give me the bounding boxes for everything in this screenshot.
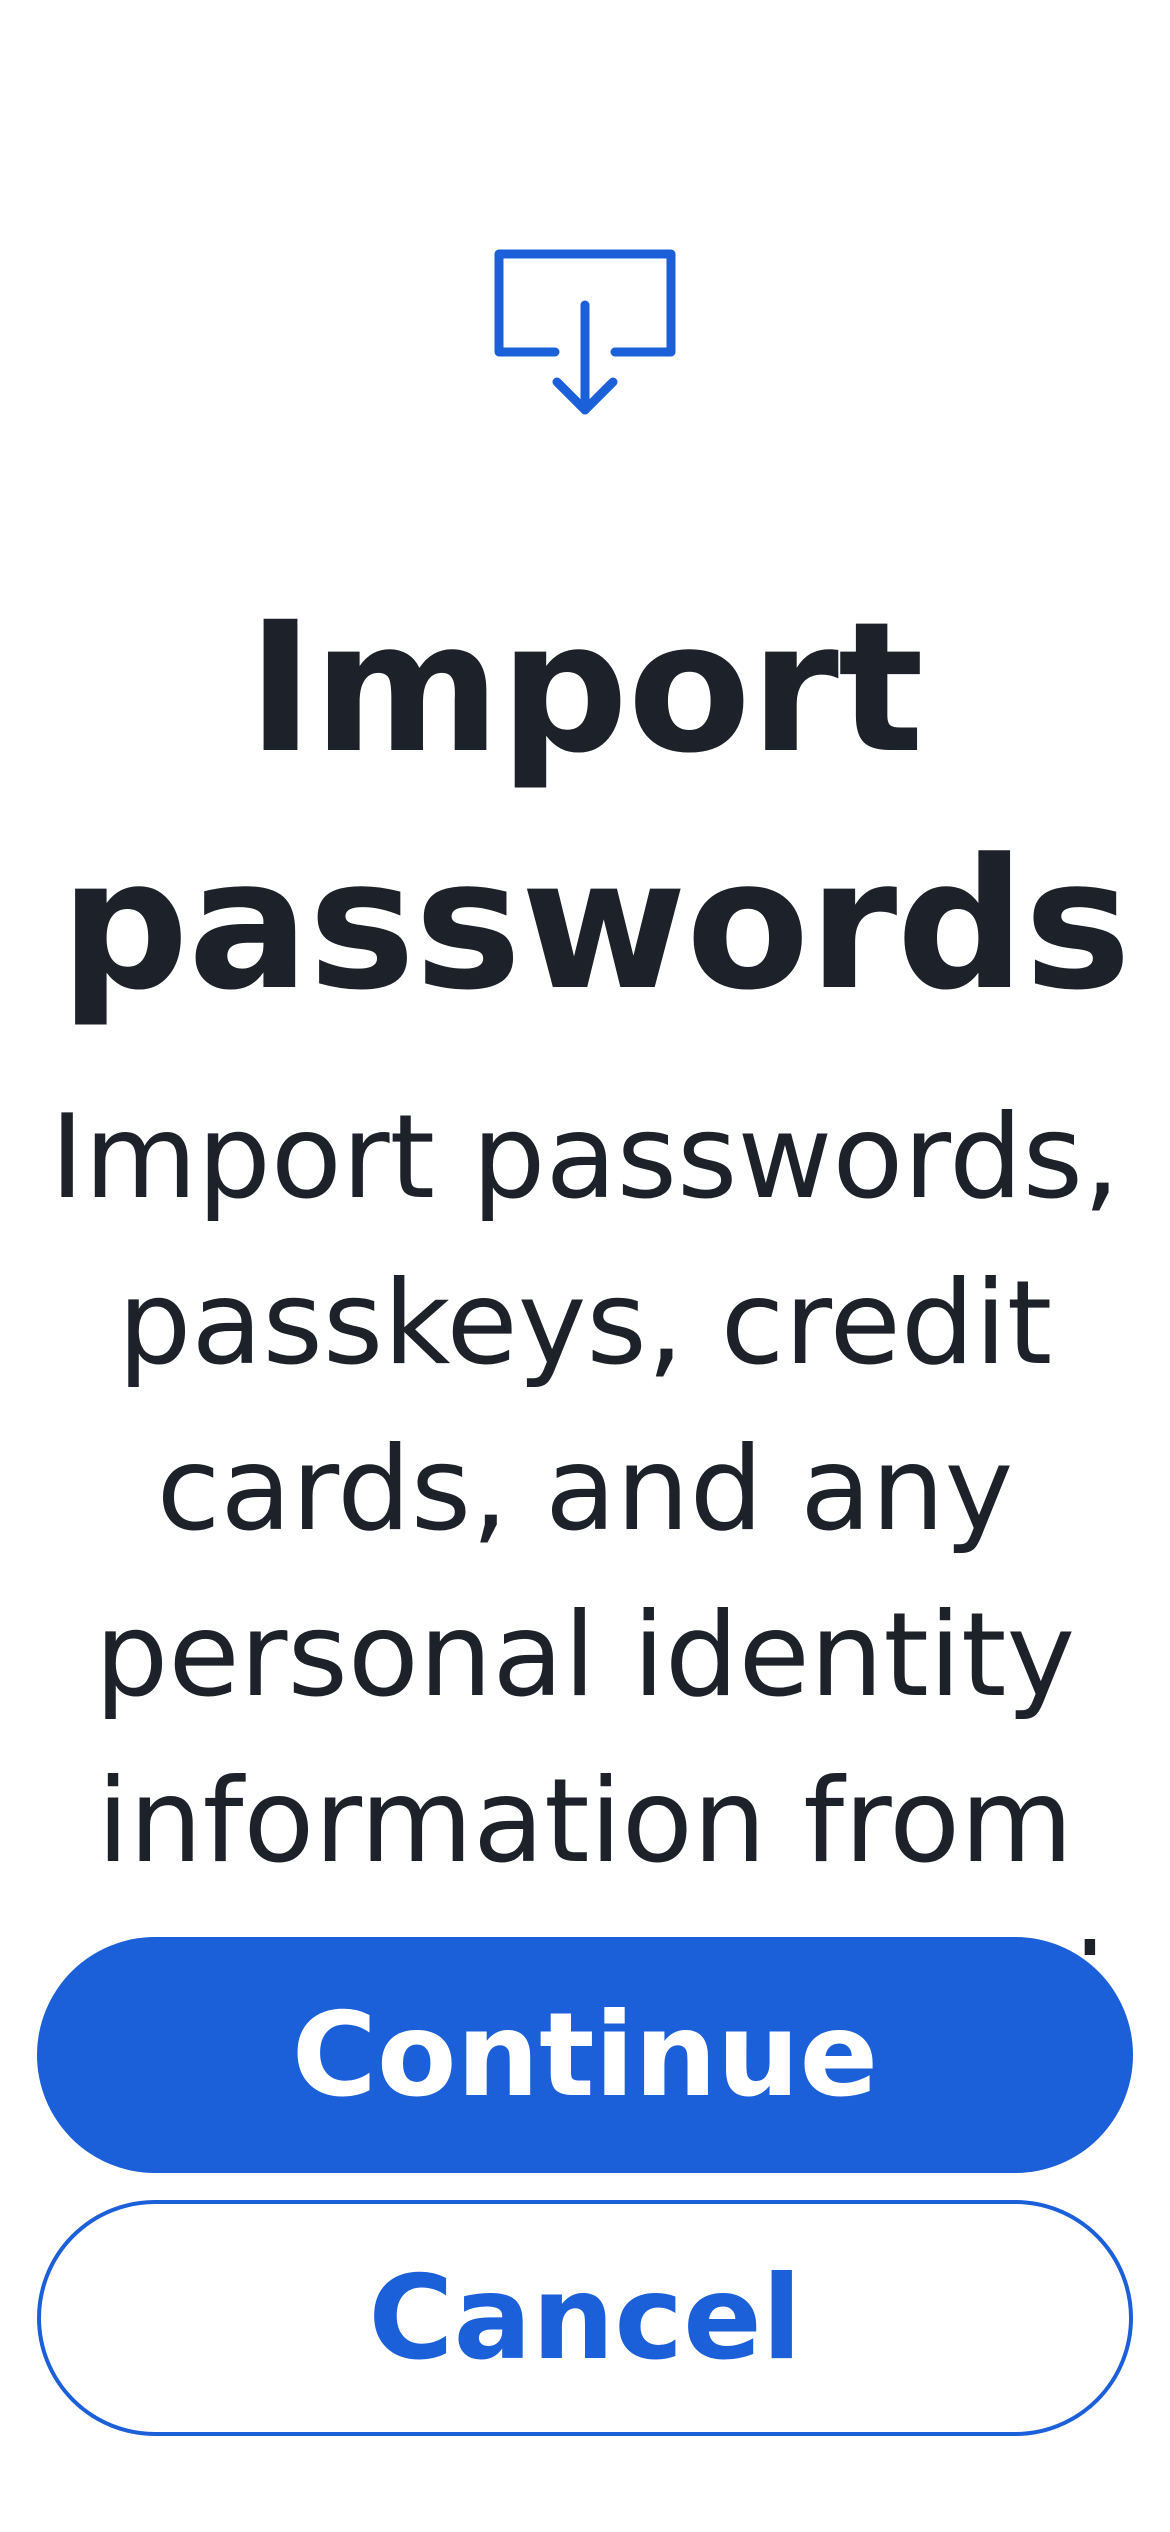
continue-button[interactable]: Continue (37, 1937, 1133, 2173)
import-tray-icon (485, 240, 685, 440)
cancel-button[interactable]: Cancel (37, 2200, 1133, 2436)
import-passwords-screen: Import passwords Import passwords, passk… (0, 0, 1170, 2532)
description-text: Import passwords, passkeys, credit cards… (50, 1090, 1120, 1955)
page-title: Import passwords (60, 584, 1131, 1030)
description-scroll-area[interactable]: Import passwords, passkeys, credit cards… (40, 1075, 1130, 1955)
